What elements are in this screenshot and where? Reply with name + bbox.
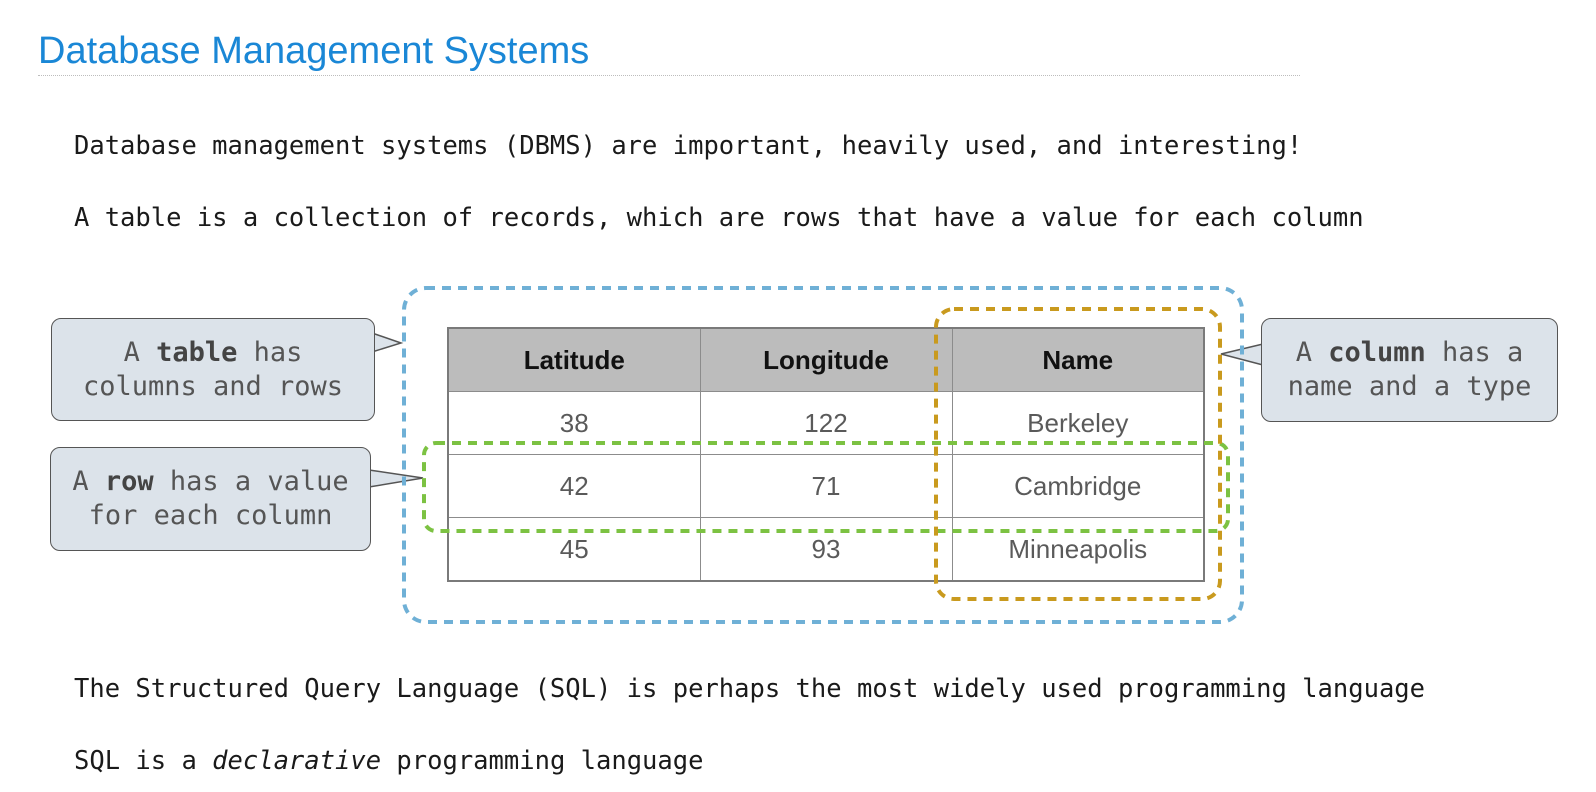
table-cell: Cambridge: [951, 454, 1205, 518]
table-callout-pre: A: [123, 336, 157, 368]
row-callout: A row has a value for each column: [50, 447, 371, 551]
column-callout-pre: A: [1295, 337, 1329, 368]
table-cell: Minneapolis: [951, 517, 1205, 582]
sql-declarative-keyword: declarative: [212, 746, 382, 776]
table-cell: 93: [699, 517, 953, 582]
table-cell: 71: [699, 454, 953, 518]
sql-declarative-prefix: SQL is a: [74, 746, 213, 776]
table-row: 42 71 Cambridge: [447, 454, 1205, 518]
table-cell: Berkeley: [951, 391, 1205, 455]
table-callout-keyword: table: [156, 336, 238, 368]
column-callout-pointer: [1220, 343, 1264, 366]
row-callout-pointer: [368, 469, 424, 488]
table-callout-rest: has: [237, 336, 303, 368]
column-header-longitude: Longitude: [699, 327, 953, 392]
column-callout: A column has a name and a type: [1261, 318, 1558, 422]
table-callout-pointer: [371, 331, 404, 354]
bullet-sql-declarative: SQL is a declarative programming languag…: [74, 746, 703, 776]
table-cell: 45: [447, 517, 701, 582]
sql-declarative-suffix: programming language: [381, 746, 704, 776]
column-callout-rest: has a: [1425, 337, 1524, 368]
column-header-latitude: Latitude: [447, 327, 701, 392]
table-cell: 38: [447, 391, 701, 455]
column-callout-keyword: column: [1328, 337, 1426, 368]
column-header-name: Name: [951, 327, 1205, 392]
row-callout-pre: A: [72, 466, 105, 497]
table-callout-line2: columns and rows: [82, 370, 344, 402]
table-header-row: Latitude Longitude Name: [447, 327, 1205, 392]
records-table: Latitude Longitude Name 38 122 Berkeley …: [447, 327, 1205, 582]
column-callout-line2: name and a type: [1287, 371, 1532, 402]
row-callout-line2: for each column: [88, 500, 333, 531]
table-cell: 42: [447, 454, 701, 518]
row-callout-keyword: row: [104, 466, 154, 497]
table-cell: 122: [699, 391, 953, 455]
table-callout: A table has columns and rows: [51, 318, 375, 421]
bullet-sql-usage: The Structured Query Language (SQL) is p…: [74, 674, 1426, 704]
table-row: 38 122 Berkeley: [447, 391, 1205, 455]
row-callout-rest: has a value: [153, 466, 349, 497]
table-row: 45 93 Minneapolis: [447, 517, 1205, 582]
